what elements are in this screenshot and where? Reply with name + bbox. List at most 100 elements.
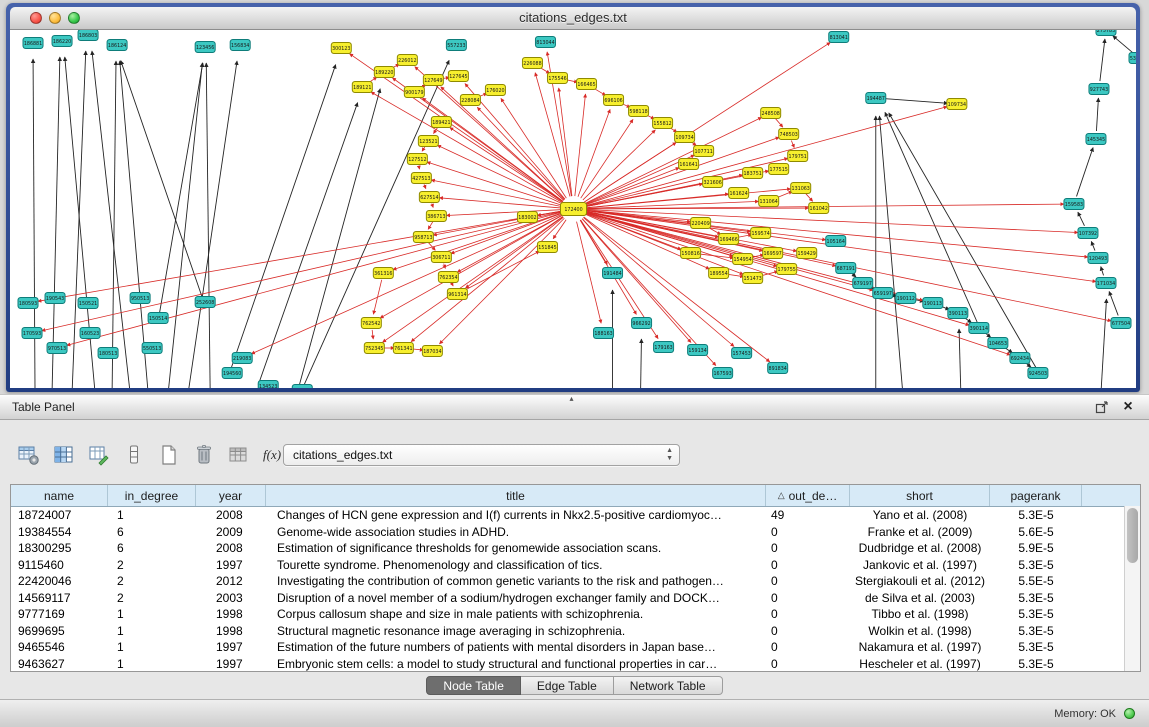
cell-out_degree: 0: [766, 591, 850, 605]
close-panel-icon[interactable]: ×: [1119, 399, 1137, 415]
table-row[interactable]: 1830029562008Estimation of significance …: [11, 540, 1140, 557]
column-header-year[interactable]: year: [196, 485, 266, 506]
graph-node-label: 275783: [1097, 30, 1115, 34]
cell-pagerank: 5.3E-5: [990, 508, 1082, 522]
graph-edge: [372, 330, 373, 339]
graph-node-label: 390114: [970, 326, 988, 332]
graph-node-label: 157453: [732, 351, 750, 357]
new-column-icon[interactable]: [156, 442, 182, 468]
graph-edge: [586, 213, 1011, 355]
column-header-label: short: [906, 489, 933, 503]
column-header-title[interactable]: title: [266, 485, 766, 506]
table-row[interactable]: 911546021997Tourette syndrome. Phenomeno…: [11, 557, 1140, 574]
network-table-select[interactable]: citations_edges.txt ▲▼: [283, 444, 680, 466]
table-row[interactable]: 1456911722003Disruption of a novel membe…: [11, 590, 1140, 607]
graph-node-label: 762542: [362, 321, 380, 327]
window-title: citations_edges.txt: [10, 10, 1136, 25]
tab-network-table[interactable]: Network Table: [614, 676, 723, 695]
cell-in_degree: 1: [108, 508, 196, 522]
svg-text:f(x): f(x): [263, 447, 281, 462]
cell-in_degree: 1: [108, 640, 196, 654]
cell-name: 14569117: [11, 591, 108, 605]
cell-in_degree: 2: [108, 558, 196, 572]
graph-node-label: 155812: [653, 121, 671, 127]
graph-edge: [371, 92, 562, 202]
row-mode-icon[interactable]: [121, 442, 147, 468]
graph-node[interactable]: [292, 385, 312, 389]
panel-resize-grip[interactable]: ▴: [570, 395, 574, 403]
cell-year: 2008: [196, 508, 266, 522]
graph-node-label: 127645: [449, 74, 467, 80]
cell-year: 1997: [196, 558, 266, 572]
graph-node-label: 127512: [408, 157, 426, 163]
column-header-name[interactable]: name: [11, 485, 108, 506]
table-scrollbar[interactable]: [1124, 506, 1140, 671]
network-view[interactable]: 1724003001231891211892202260129001791276…: [10, 30, 1136, 388]
graph-edge: [158, 63, 203, 321]
import-table-icon[interactable]: [226, 442, 252, 468]
graph-edge: [1100, 39, 1105, 81]
table-row[interactable]: 969969511998Structural magnetic resonanc…: [11, 623, 1140, 640]
graph-node-label: 970513: [48, 346, 66, 352]
graph-edge: [586, 107, 947, 206]
float-panel-icon[interactable]: [1093, 399, 1111, 415]
cell-short: Nakamura et al. (1997): [850, 640, 990, 654]
table-row[interactable]: 1872400712008Changes of HCN gene express…: [11, 507, 1140, 524]
column-header-out_degree[interactable]: △out_de…: [766, 485, 850, 506]
table-row[interactable]: 977716911998Corpus callosum shape and si…: [11, 606, 1140, 623]
delete-column-icon[interactable]: [191, 442, 217, 468]
table-row[interactable]: 946362711997Embryonic stem cells: a mode…: [11, 656, 1140, 672]
cell-title: Genome-wide association studies in ADHD.: [266, 525, 766, 539]
show-columns-icon[interactable]: [51, 442, 77, 468]
table-settings-icon[interactable]: [16, 442, 42, 468]
table-row[interactable]: 946554611997Estimation of the future num…: [11, 639, 1140, 656]
cell-out_degree: 0: [766, 640, 850, 654]
graph-edge: [1109, 291, 1118, 315]
graph-node-label: 131064: [760, 199, 778, 205]
graph-node-label: 194487: [867, 96, 885, 102]
column-header-pagerank[interactable]: pagerank: [990, 485, 1082, 506]
graph-node-label: 390113: [949, 311, 967, 317]
table-row[interactable]: 2242004622012Investigating the contribut…: [11, 573, 1140, 590]
cell-short: Tibbo et al. (1998): [850, 607, 990, 621]
tab-edge-table[interactable]: Edge Table: [521, 676, 614, 695]
graph-node-label: 891834: [769, 366, 787, 372]
graph-edge: [251, 214, 561, 354]
graph-node-label: 762354: [439, 275, 457, 281]
graph-edge: [188, 61, 237, 388]
graph-node-label: 180513: [99, 351, 117, 357]
graph-node-label: 123456: [196, 45, 214, 51]
graph-edge: [441, 87, 564, 200]
graph-node-label: 687191: [837, 266, 855, 272]
cell-year: 2012: [196, 574, 266, 588]
cell-short: Hescheler et al. (1997): [850, 657, 990, 671]
column-header-in_degree[interactable]: in_degree: [108, 485, 196, 506]
table-tabs: Node TableEdge TableNetwork Table: [0, 676, 1149, 695]
graph-edge: [450, 128, 563, 202]
cell-title: Estimation of the future numbers of pati…: [266, 640, 766, 654]
tab-node-table[interactable]: Node Table: [426, 676, 521, 695]
cell-year: 1998: [196, 624, 266, 638]
cell-in_degree: 2: [108, 591, 196, 605]
column-header-label: in_degree: [125, 489, 178, 503]
graph-edge: [380, 215, 562, 318]
table-header: name in_degree year title △out_de… short pager…: [11, 485, 1140, 507]
graph-edge: [1101, 267, 1104, 276]
graph-node-label: 659197: [874, 291, 892, 297]
graph-node-label: 179755: [778, 267, 796, 273]
citation-network-graph[interactable]: 1724003001231891211892202260129001791276…: [10, 30, 1136, 388]
column-header-short[interactable]: short: [850, 485, 990, 506]
edit-column-icon[interactable]: [86, 442, 112, 468]
graph-edge: [432, 204, 433, 208]
column-header-label: title: [506, 489, 525, 503]
graph-node-label: 177515: [770, 167, 788, 173]
cell-name: 18300295: [11, 541, 108, 555]
graph-edge: [477, 107, 564, 199]
cell-title: Changes of HCN gene expression and I(f) …: [266, 508, 766, 522]
network-window: citations_edges.txt 17240030012318912118…: [6, 3, 1140, 392]
window-titlebar[interactable]: citations_edges.txt: [10, 7, 1136, 30]
graph-node-label: 134523: [259, 384, 277, 388]
table-scrollbar-thumb[interactable]: [1127, 508, 1138, 563]
graph-node-label: 924503: [1029, 371, 1047, 377]
table-row[interactable]: 1938455462009Genome-wide association stu…: [11, 524, 1140, 541]
